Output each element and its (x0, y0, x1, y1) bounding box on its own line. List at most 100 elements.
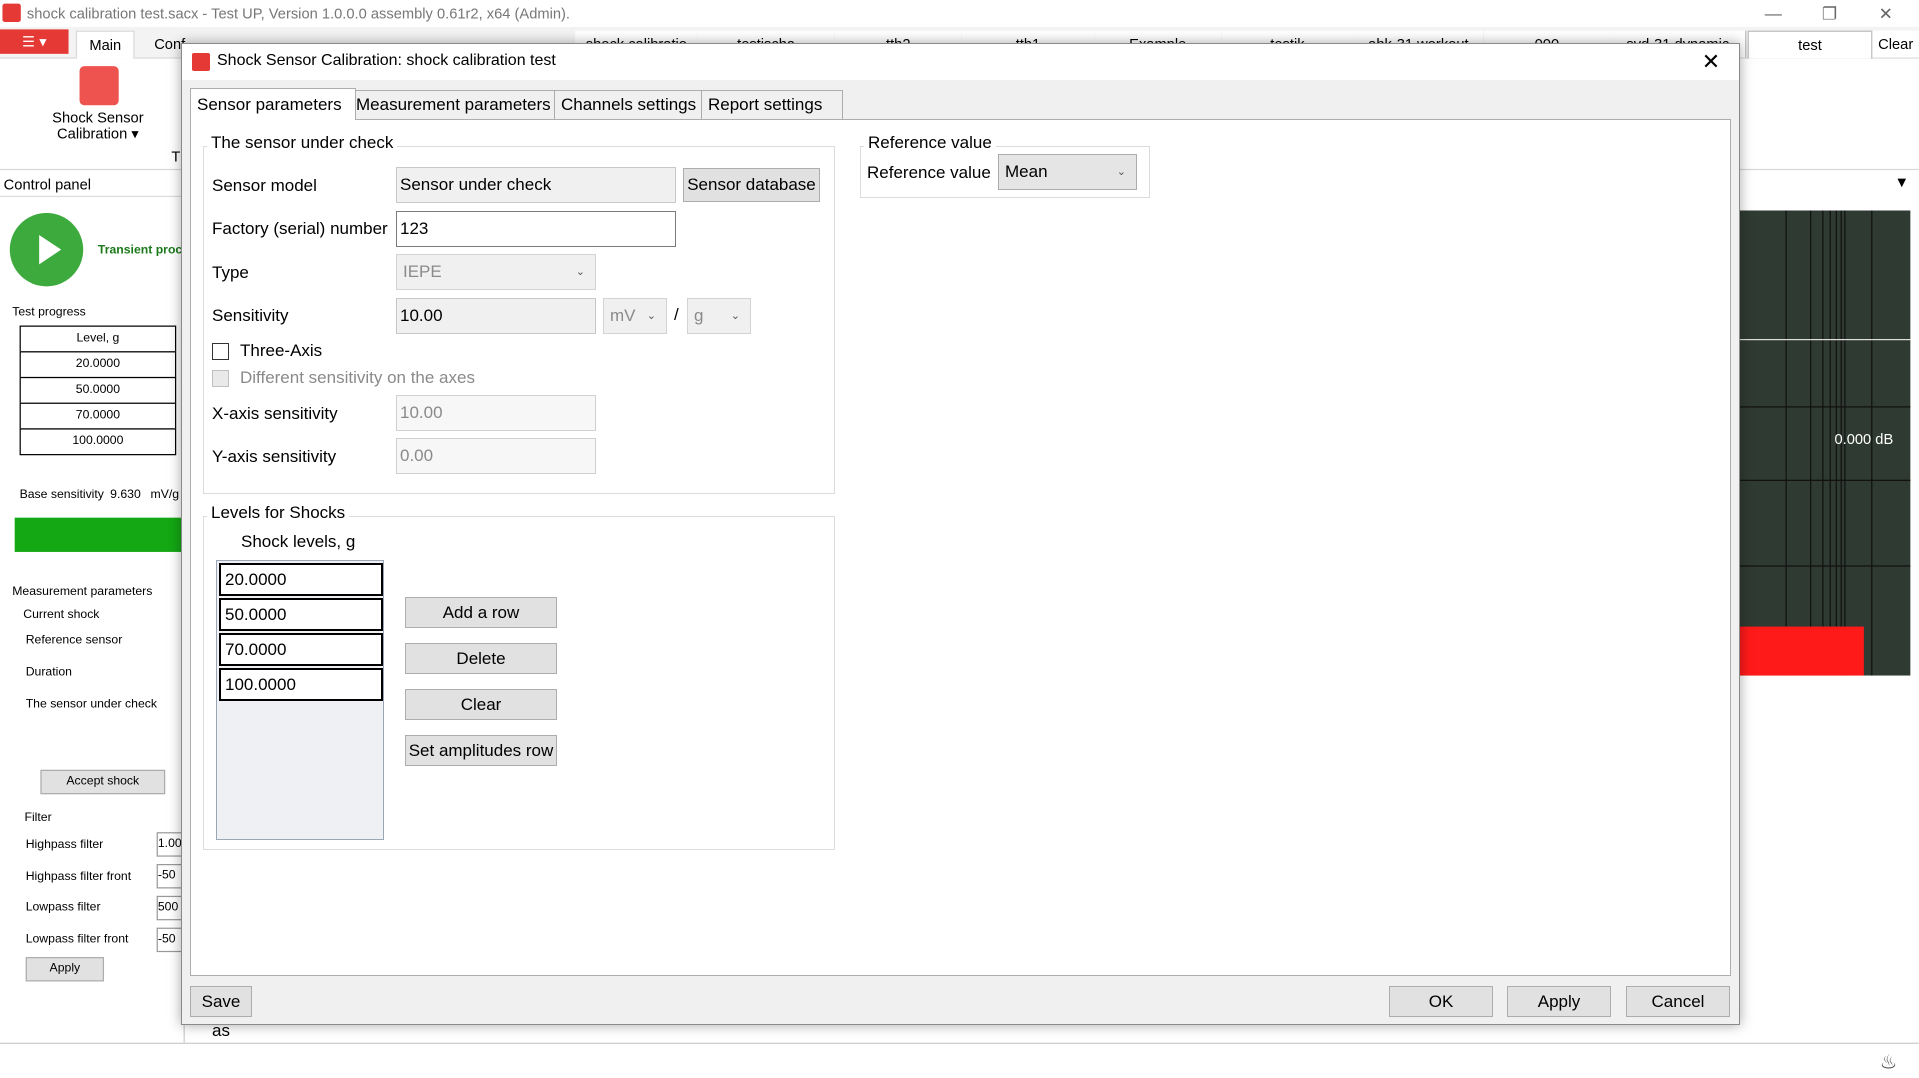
panel-dropdown-icon[interactable]: ▼ (1894, 174, 1909, 191)
shock-levels-header: Shock levels, g (241, 532, 356, 551)
chevron-down-icon: ⌄ (646, 310, 656, 322)
chevron-down-icon: ⌄ (1116, 166, 1126, 178)
shock-sensor-calibration-dialog: Shock Sensor Calibration: shock calibrat… (181, 43, 1740, 1040)
highpass-label: Highpass filter (25, 838, 104, 852)
sensor-parameters-panel: The sensor under check Sensor model Sens… (190, 119, 1731, 976)
shock-sensor-calibration-icon[interactable] (79, 66, 119, 106)
highpass-front-input[interactable]: -50 (156, 864, 184, 889)
chevron-down-icon: ⌄ (730, 310, 740, 322)
graph-db-label: 0.000 dB (1834, 430, 1894, 448)
list-item[interactable]: 70.0000 (219, 633, 383, 666)
apply-button[interactable]: Apply (1507, 986, 1611, 1017)
three-axis-checkbox[interactable] (212, 343, 229, 360)
play-icon[interactable] (9, 212, 84, 287)
sensor-model-label: Sensor model (212, 176, 317, 195)
type-select-value: IEPE (403, 262, 442, 281)
three-axis-label: Three-Axis (240, 341, 323, 360)
sensor-database-button[interactable]: Sensor database (683, 168, 820, 202)
transient-label: Transient proc (97, 243, 183, 257)
measurement-params-title: Measurement parameters (12, 584, 153, 599)
reference-value-select[interactable]: Mean ⌄ (998, 154, 1137, 190)
sensitivity-unit1-value: mV (610, 306, 636, 325)
type-select[interactable]: IEPE ⌄ (396, 254, 596, 290)
reference-sensor-label: Reference sensor (25, 633, 123, 648)
highpass-front-label: Highpass filter front (25, 870, 132, 884)
cancel-button[interactable]: Cancel (1626, 986, 1730, 1017)
base-sensitivity-label: Base sensitivity (19, 488, 104, 502)
list-item[interactable]: 100.0000 (219, 668, 383, 701)
dialog-title-bar: Shock Sensor Calibration: shock calibrat… (182, 44, 1739, 80)
sensitivity-label: Sensitivity (212, 306, 289, 325)
table-row[interactable]: 50.0000 (19, 376, 177, 404)
x-axis-sensitivity-label: X-axis sensitivity (212, 404, 338, 423)
chevron-down-icon: ⌄ (575, 266, 585, 278)
tab-sensor-parameters[interactable]: Sensor parameters (190, 88, 356, 120)
tab-report-settings[interactable]: Report settings (701, 90, 843, 119)
highpass-input[interactable]: 1.00 (156, 832, 184, 857)
ok-button[interactable]: OK (1389, 986, 1493, 1017)
levels-table-header: Level, g (19, 325, 177, 353)
close-icon[interactable]: ✕ (1858, 0, 1914, 27)
ribbon-button-label-line2: Calibration ▾ (57, 124, 139, 142)
test-progress-label: Test progress (12, 305, 86, 320)
shock-sensor-calibration-button[interactable]: Shock Sensor Calibration ▾ (43, 110, 153, 142)
app-logo-icon (2, 3, 21, 23)
ribbon-button-label-line1: Shock Sensor (52, 108, 144, 127)
y-axis-sensitivity-field[interactable]: 0.00 (396, 438, 596, 474)
progress-bar (14, 517, 184, 552)
reference-group-title: Reference value (864, 133, 996, 153)
lowpass-front-label: Lowpass filter front (25, 932, 129, 946)
sensor-group-title: The sensor under check (207, 133, 398, 153)
x-axis-sensitivity-field[interactable]: 10.00 (396, 395, 596, 431)
sensitivity-field[interactable]: 10.00 (396, 298, 596, 334)
different-sensitivity-label: Different sensitivity on the axes (240, 368, 475, 387)
tab-main[interactable]: Main (75, 30, 135, 59)
app-logo-icon (192, 53, 210, 71)
table-row[interactable]: 70.0000 (19, 402, 177, 430)
reference-value-label: Reference value (867, 163, 991, 182)
sensitivity-unit1-select[interactable]: mV ⌄ (603, 298, 667, 334)
clear-tabs-button[interactable]: Clear (1872, 30, 1919, 58)
signal-trace (1739, 626, 1864, 676)
sensitivity-unit2-select[interactable]: g ⌄ (687, 298, 751, 334)
shock-levels-list[interactable]: 20.0000 50.0000 70.0000 100.0000 (216, 560, 384, 840)
accept-shock-button[interactable]: Accept shock (40, 769, 166, 795)
unit-slash: / (674, 305, 679, 324)
restore-icon[interactable]: ❐ (1801, 0, 1857, 27)
levels-group-title: Levels for Shocks (207, 503, 350, 523)
app-menu-button[interactable]: ☰ ▾ (0, 29, 69, 54)
tab-channels-settings[interactable]: Channels settings (554, 90, 708, 119)
base-sensitivity-value: 9.630 (110, 488, 141, 502)
signal-graph: 0.000 dB (1739, 210, 1911, 676)
table-row[interactable]: 20.0000 (19, 351, 177, 379)
filter-title: Filter (24, 811, 52, 825)
duration-label: Duration (25, 665, 72, 680)
factory-number-field[interactable]: 123 (396, 211, 676, 247)
set-amplitudes-row-button[interactable]: Set amplitudes row (405, 735, 557, 766)
reference-value-selected: Mean (1005, 162, 1048, 181)
lowpass-input[interactable]: 500 (156, 895, 184, 921)
notification-bell-icon[interactable]: ♨ (1880, 1050, 1898, 1074)
type-label: Type (212, 263, 249, 282)
sensor-model-field[interactable]: Sensor under check (396, 167, 676, 203)
current-shock-label: Current shock (23, 608, 100, 622)
app-title-bar: shock calibration test.sacx - Test UP, V… (0, 0, 1919, 27)
ribbon-group-fragment: T (171, 148, 181, 166)
lowpass-front-input[interactable]: -50 (156, 927, 184, 953)
tab-measurement-parameters[interactable]: Measurement parameters (349, 90, 563, 119)
minimize-icon[interactable]: — (1745, 0, 1801, 27)
list-item[interactable]: 20.0000 (219, 563, 383, 596)
sensor-under-check-label: The sensor under check (25, 697, 157, 712)
list-item[interactable]: 50.0000 (219, 598, 383, 631)
doc-tab-test[interactable]: test (1747, 30, 1873, 60)
filter-apply-button[interactable]: Apply (25, 957, 105, 982)
different-sensitivity-checkbox[interactable] (212, 370, 229, 387)
delete-button[interactable]: Delete (405, 643, 557, 674)
status-bar (0, 1042, 1919, 1078)
clear-button[interactable]: Clear (405, 689, 557, 720)
close-icon[interactable]: ✕ (1691, 47, 1731, 77)
save-as-button[interactable]: Save as (190, 986, 252, 1040)
add-row-button[interactable]: Add a row (405, 597, 557, 628)
lowpass-label: Lowpass filter (25, 900, 101, 915)
table-row[interactable]: 100.0000 (19, 428, 177, 456)
